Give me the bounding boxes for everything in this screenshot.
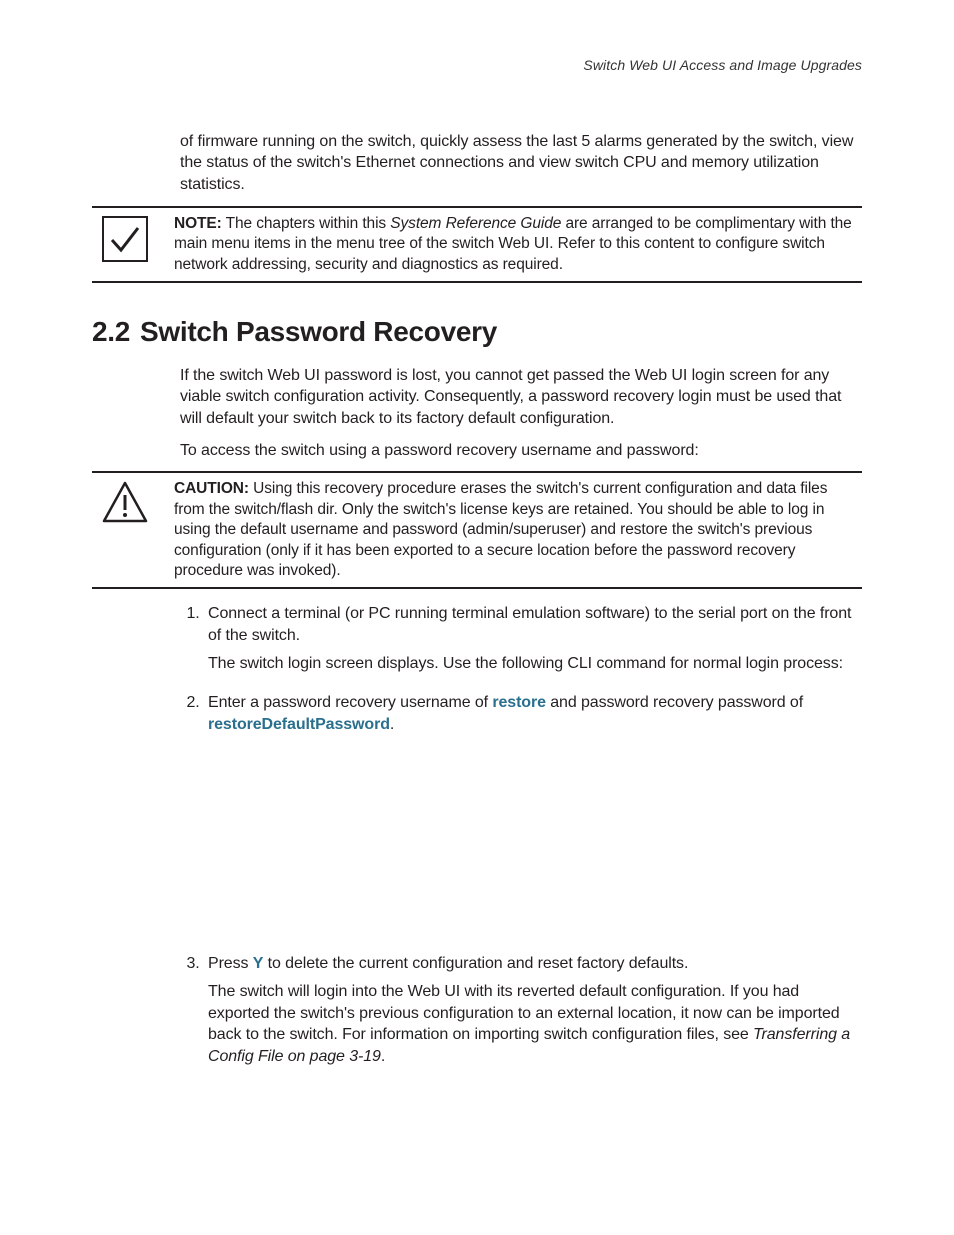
- intro-paragraph: of firmware running on the switch, quick…: [180, 131, 862, 196]
- step-1b: The switch login screen displays. Use th…: [208, 653, 862, 675]
- note-label: NOTE:: [174, 215, 222, 232]
- restore-password: restoreDefaultPassword: [208, 716, 390, 733]
- section-number: 2.2: [92, 316, 130, 347]
- step-3b-post: .: [381, 1048, 385, 1065]
- caution-icon-cell: [92, 479, 158, 523]
- step-2-pre: Enter a password recovery username of: [208, 694, 492, 711]
- step-1: Connect a terminal (or PC running termin…: [204, 603, 862, 674]
- running-header: Switch Web UI Access and Image Upgrades: [92, 56, 862, 75]
- caution-label: CAUTION:: [174, 480, 249, 497]
- restore-username: restore: [492, 694, 546, 711]
- note-prefix: The chapters within this: [222, 215, 391, 232]
- step-1a: Connect a terminal (or PC running termin…: [208, 605, 851, 644]
- step-2-mid: and password recovery password of: [546, 694, 803, 711]
- steps-list: Connect a terminal (or PC running termin…: [92, 603, 862, 1067]
- step-2-post: .: [390, 716, 394, 733]
- section-p1: If the switch Web UI password is lost, y…: [180, 365, 862, 430]
- section-title: Switch Password Recovery: [140, 316, 497, 347]
- section-p2: To access the switch using a password re…: [180, 440, 862, 462]
- caution-callout: CAUTION: Using this recovery procedure e…: [92, 471, 862, 589]
- note-callout: NOTE: The chapters within this System Re…: [92, 206, 862, 283]
- step-3-post: to delete the current configuration and …: [263, 955, 688, 972]
- step-2: Enter a password recovery username of re…: [204, 692, 862, 935]
- caution-text: CAUTION: Using this recovery procedure e…: [174, 479, 862, 581]
- warning-triangle-icon: [102, 481, 148, 523]
- note-icon-cell: [92, 214, 158, 262]
- body-column: of firmware running on the switch, quick…: [180, 131, 862, 196]
- caution-body: Using this recovery procedure erases the…: [174, 480, 827, 579]
- section-heading: 2.2 Switch Password Recovery: [92, 313, 862, 351]
- step-3: Press Y to delete the current configurat…: [204, 953, 862, 1067]
- step-2-gap: [208, 735, 862, 935]
- page: Switch Web UI Access and Image Upgrades …: [0, 0, 954, 1235]
- section-body: If the switch Web UI password is lost, y…: [180, 365, 862, 461]
- y-key: Y: [253, 955, 264, 972]
- note-italic: System Reference Guide: [390, 215, 561, 232]
- step-3b-pre: The switch will login into the Web UI wi…: [208, 983, 840, 1043]
- step-3b: The switch will login into the Web UI wi…: [208, 981, 862, 1067]
- step-3-pre: Press: [208, 955, 253, 972]
- checkmark-icon: [102, 216, 148, 262]
- note-text: NOTE: The chapters within this System Re…: [174, 214, 862, 275]
